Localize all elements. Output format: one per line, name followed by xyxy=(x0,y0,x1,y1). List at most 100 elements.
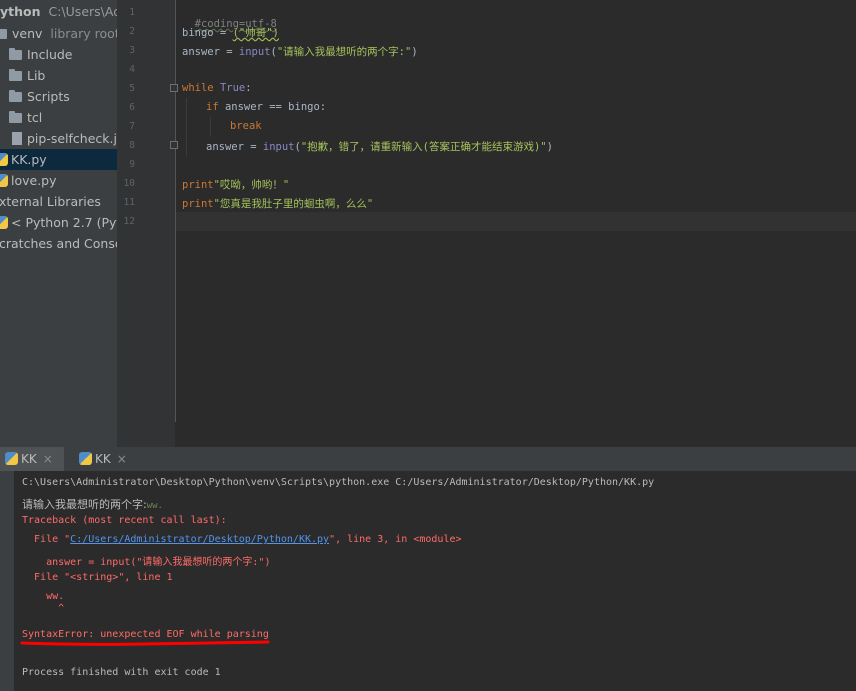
traceback-code-line: answer = input("请输入我最想听的两个字:") xyxy=(22,557,271,568)
line-number: 1 xyxy=(129,7,135,18)
line-number: 8 xyxy=(129,140,135,151)
python-run-icon xyxy=(5,452,18,465)
code-line-6: if answer == bingo: xyxy=(206,101,326,113)
fold-marker-icon[interactable] xyxy=(170,84,178,92)
traceback-file2-line: File "<string>", line 1 xyxy=(22,572,173,583)
tree-item-python-sdk[interactable]: < Python 2.7 (Pytho xyxy=(0,212,117,233)
tree-item-pip-selfcheck[interactable]: pip-selfcheck.js xyxy=(12,128,117,149)
python-file-icon xyxy=(0,153,8,166)
code-line-5: while True: xyxy=(182,82,252,94)
close-icon[interactable]: × xyxy=(43,452,53,466)
code-text: answer = xyxy=(206,141,263,153)
tree-item-label: love.py xyxy=(11,173,57,188)
tree-item-label: KK.py xyxy=(11,152,47,167)
indent-guide xyxy=(186,98,187,156)
code-builtin: input xyxy=(238,46,271,58)
tree-item-venv[interactable]: venv library root xyxy=(0,23,117,44)
console-prompt: 请输入我最想听的两个字: xyxy=(22,498,147,511)
tree-item-label: pip-selfcheck.js xyxy=(27,131,117,146)
folder-icon xyxy=(9,48,22,60)
red-underline-annotation xyxy=(20,640,270,646)
code-string: "哎呦，帅哟！" xyxy=(213,179,290,191)
folder-icon xyxy=(0,29,7,39)
traceback-ww-line: ww. xyxy=(22,591,65,602)
tree-item-kk-py[interactable]: KK.py xyxy=(0,149,117,170)
console-toolbar xyxy=(0,471,14,691)
code-builtin: True xyxy=(219,82,246,94)
caret-line-highlight xyxy=(176,212,856,231)
line-number: 3 xyxy=(129,45,135,56)
tree-item-lib[interactable]: Lib xyxy=(9,65,45,86)
traceback-header: Traceback (most recent call last): xyxy=(22,515,227,526)
code-text: ) xyxy=(411,46,418,58)
tree-item-label: venv xyxy=(12,26,43,41)
line-number: 2 xyxy=(129,26,135,37)
console-command-line: C:\Users\Administrator\Desktop\Python\ve… xyxy=(22,477,655,488)
folder-icon xyxy=(9,69,22,81)
code-string: "您真是我肚子里的蛔虫啊，么么" xyxy=(213,198,374,210)
line-number: 7 xyxy=(129,121,135,132)
process-exit-message: Process finished with exit code 1 xyxy=(22,667,221,678)
code-keyword: print xyxy=(182,179,214,191)
project-root[interactable]: ython C:\Users\Adm xyxy=(0,1,117,22)
tree-item-label: Scripts xyxy=(27,89,70,104)
tree-item-tcl[interactable]: tcl xyxy=(9,107,42,128)
line-number: 10 xyxy=(123,178,135,189)
traceback-caret: ^ xyxy=(22,603,65,614)
folder-icon xyxy=(9,111,22,123)
syntax-error-message: SyntaxError: unexpected EOF while parsin… xyxy=(22,629,269,640)
console-user-input: ww. xyxy=(146,501,163,511)
code-string: "抱歉，错了，请重新输入(答案正确才能结束游戏)" xyxy=(300,141,547,153)
code-line-8: answer = input("抱歉，错了，请重新输入(答案正确才能结束游戏)"… xyxy=(206,139,553,154)
indent-guide xyxy=(210,117,211,137)
line-number: 5 xyxy=(129,83,135,94)
code-text: answer == bingo: xyxy=(224,101,327,113)
python-run-icon xyxy=(79,452,92,465)
project-root-label: ython xyxy=(0,4,41,19)
traceback-file-link[interactable]: C:/Users/Administrator/Desktop/Python/KK… xyxy=(70,534,329,545)
run-tab-label: KK xyxy=(21,452,37,466)
console-prompt-line: 请输入我最想听的两个字:ww. xyxy=(22,496,163,512)
tree-item-suffix: library root xyxy=(50,26,117,41)
code-line-11: print"您真是我肚子里的蛔虫啊，么么" xyxy=(182,196,373,211)
code-string: "请输入我最想听的两个字:" xyxy=(276,46,412,58)
tree-item-scripts[interactable]: Scripts xyxy=(9,86,70,107)
run-tab-label: KK xyxy=(95,452,111,466)
tree-item-label: Include xyxy=(27,47,73,62)
line-number: 6 xyxy=(129,102,135,113)
folder-icon xyxy=(9,90,22,102)
code-text: bingo = xyxy=(182,27,233,39)
code-text: ) xyxy=(546,141,553,153)
tree-item-label: < Python 2.7 (Pytho xyxy=(11,215,117,230)
code-text: answer = xyxy=(182,46,239,58)
tree-item-label: Lib xyxy=(27,68,46,83)
code-keyword: while xyxy=(182,82,220,94)
code-line-10: print"哎呦，帅哟！" xyxy=(182,177,289,192)
file-icon xyxy=(12,132,22,145)
tree-item-label: cratches and Consol xyxy=(0,236,117,251)
code-text: : xyxy=(245,82,252,94)
line-number: 4 xyxy=(129,64,135,75)
tree-item-label: xternal Libraries xyxy=(0,194,101,209)
code-keyword: break xyxy=(230,120,262,132)
line-number: 12 xyxy=(123,216,135,227)
traceback-file-line: File "C:/Users/Administrator/Desktop/Pyt… xyxy=(22,534,462,545)
run-tab-kk-2[interactable]: KK × xyxy=(72,447,140,471)
tree-item-label: tcl xyxy=(27,110,43,125)
code-line-2: bingo = ("帅哥") xyxy=(182,25,279,40)
python-sdk-icon xyxy=(0,216,8,229)
code-line-7: break xyxy=(230,120,262,132)
tree-item-scratches[interactable]: cratches and Consol xyxy=(0,233,117,254)
project-tree: ython C:\Users\Adm venv library root Inc… xyxy=(0,0,117,447)
line-number: 11 xyxy=(123,197,135,208)
fold-marker-icon[interactable] xyxy=(170,141,178,149)
tree-item-love-py[interactable]: love.py xyxy=(0,170,57,191)
tree-item-external-libraries[interactable]: xternal Libraries xyxy=(0,191,101,212)
run-tab-kk-1[interactable]: KK × xyxy=(0,447,64,471)
code-keyword: if xyxy=(206,101,225,113)
traceback-file-suffix: ", line 3, in <module> xyxy=(329,534,462,545)
close-icon[interactable]: × xyxy=(117,452,127,466)
tree-item-include[interactable]: Include xyxy=(9,44,73,65)
project-root-path: C:\Users\Adm xyxy=(48,4,118,19)
code-keyword: print xyxy=(182,198,214,210)
